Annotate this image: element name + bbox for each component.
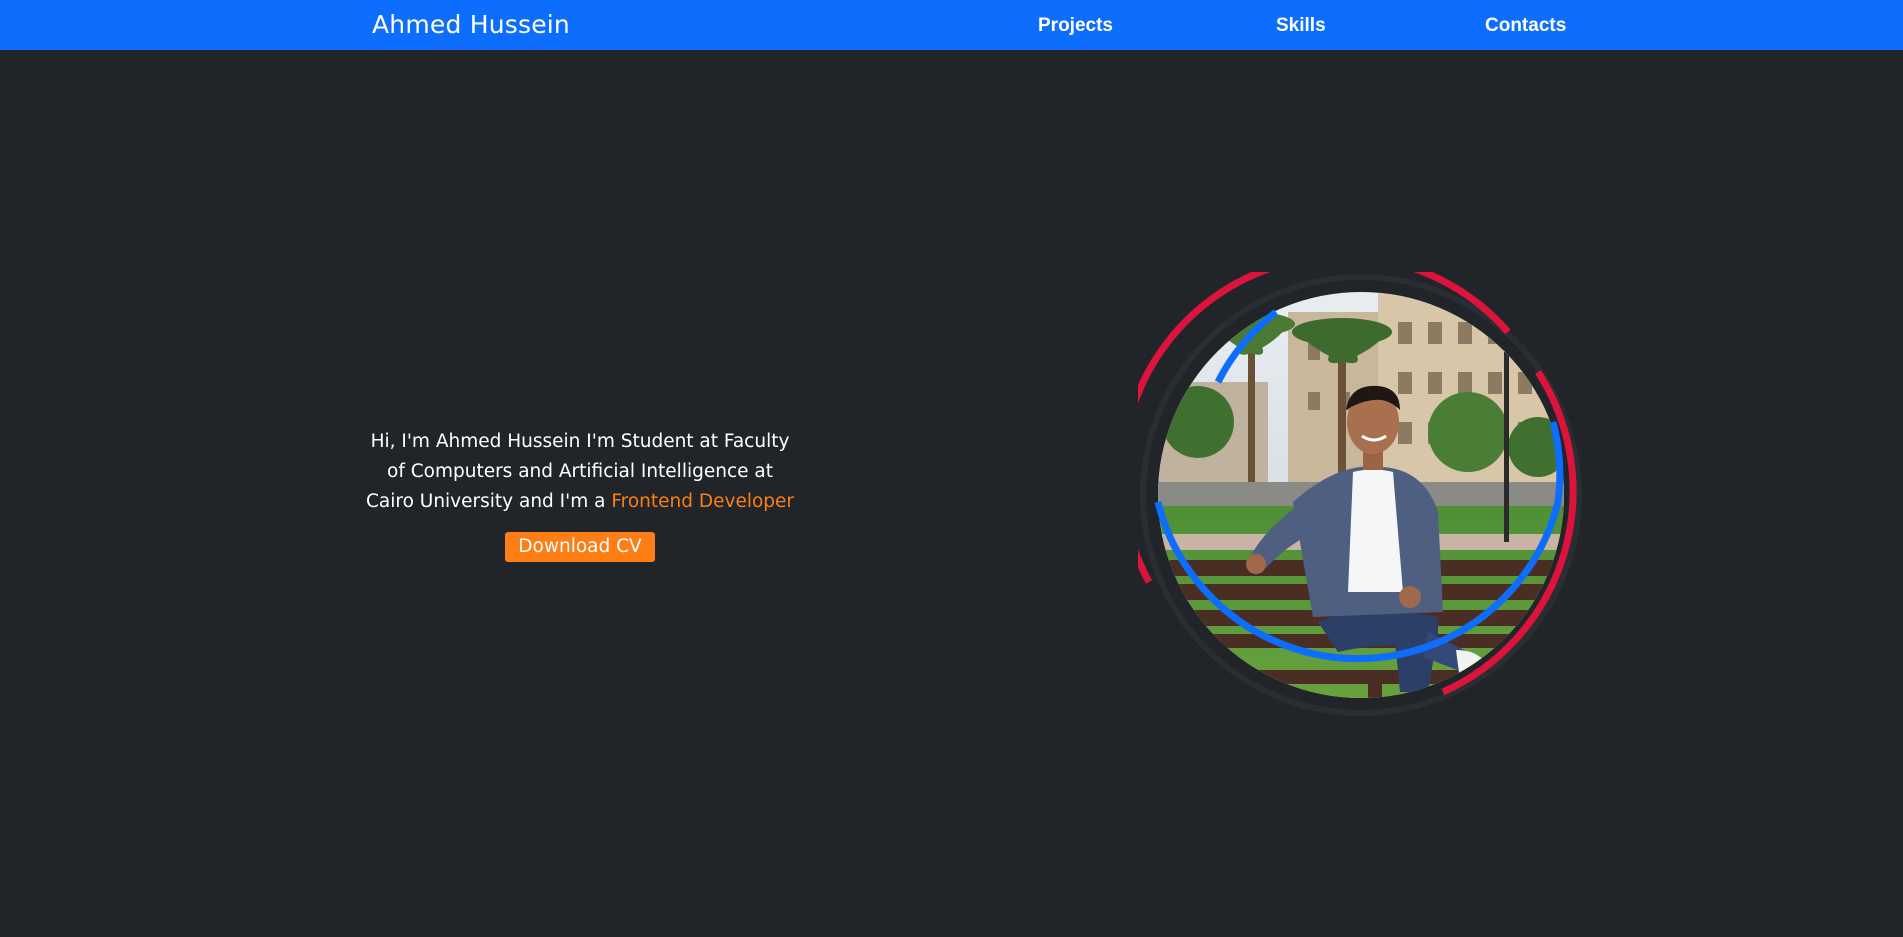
- download-cv-button[interactable]: Download CV: [505, 532, 655, 562]
- nav-link-contacts[interactable]: Contacts: [1485, 14, 1566, 38]
- profile-portrait: [1138, 272, 1584, 718]
- role-highlight: Frontend Developer: [611, 491, 795, 512]
- intro-paragraph: Hi, I'm Ahmed Hussein I'm Student at Fac…: [362, 427, 798, 517]
- brand-name[interactable]: Ahmed Hussein: [372, 8, 570, 42]
- top-navbar: Ahmed Hussein Projects Skills Contacts: [0, 0, 1903, 50]
- profile-photo: [1138, 272, 1582, 716]
- nav-link-skills[interactable]: Skills: [1276, 14, 1326, 38]
- nav-link-projects[interactable]: Projects: [1038, 14, 1113, 38]
